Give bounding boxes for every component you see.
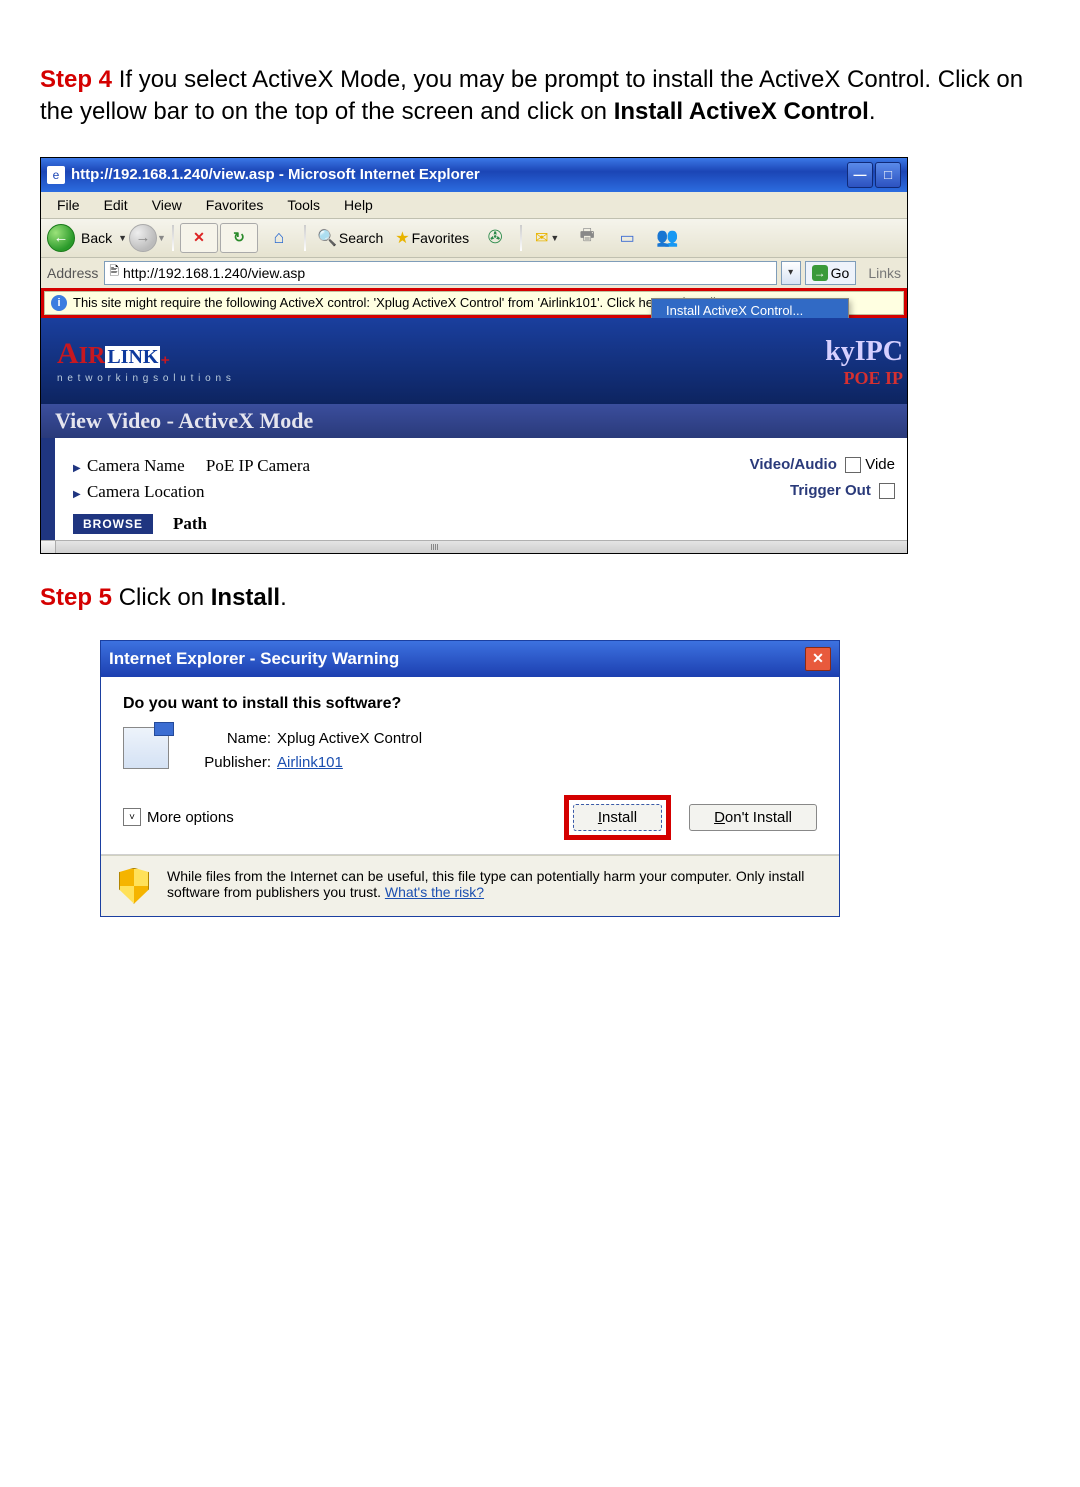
webpage-body: Video/Audio Vide ▶ Camera Name PoE IP Ca…: [41, 438, 907, 540]
ie-title-text: http://192.168.1.240/view.asp - Microsof…: [71, 166, 480, 183]
horizontal-scrollbar[interactable]: [41, 540, 907, 553]
back-button[interactable]: ← Back ▼: [47, 224, 127, 252]
publisher-label: Publisher:: [187, 751, 271, 775]
shield-icon: [119, 868, 149, 904]
forward-button[interactable]: →: [129, 224, 157, 252]
step5-label: Step 5: [40, 584, 112, 611]
page-icon: 🖹: [109, 262, 119, 283]
ie-icon: e: [47, 166, 65, 184]
dialog-body: Do you want to install this software? Na…: [101, 677, 839, 855]
back-icon: ←: [47, 224, 75, 252]
expand-icon: ˅: [123, 808, 141, 826]
bullet-icon: ▶: [73, 489, 81, 500]
info-icon: i: [51, 295, 67, 311]
name-label: Name:: [187, 727, 271, 751]
camera-name-value: PoE IP Camera: [206, 456, 310, 475]
path-label: Path: [173, 514, 207, 534]
stop-button[interactable]: ✕: [180, 223, 218, 253]
trigger-out-option: Trigger Out: [790, 482, 895, 499]
menu-tools[interactable]: Tools: [275, 194, 332, 216]
step4-bold: Install ActiveX Control: [614, 98, 869, 125]
address-value: http://192.168.1.240/view.asp: [123, 265, 305, 281]
menu-edit[interactable]: Edit: [92, 194, 140, 216]
step4-label: Step 4: [40, 66, 112, 93]
links-label[interactable]: Links: [868, 265, 901, 281]
dialog-title-text: Internet Explorer - Security Warning: [109, 649, 399, 669]
home-button[interactable]: ⌂: [260, 223, 298, 253]
search-button[interactable]: 🔍 Search: [312, 223, 388, 253]
address-dropdown[interactable]: ▾: [781, 261, 801, 285]
toolbar: ← Back ▼ → ▼ ✕ ↻ ⌂ 🔍 Search ★ Favorites …: [41, 219, 907, 258]
menubar: File Edit View Favorites Tools Help: [41, 192, 907, 219]
media-button[interactable]: ✇: [476, 223, 514, 253]
step5-text: Click on: [112, 584, 211, 611]
whats-the-risk-link[interactable]: What's the risk?: [385, 884, 484, 900]
menu-view[interactable]: View: [140, 194, 194, 216]
security-warning-dialog: Internet Explorer - Security Warning ✕ D…: [100, 640, 840, 917]
dialog-footer: While files from the Internet can be use…: [101, 855, 839, 916]
go-arrow-icon: →: [812, 265, 828, 281]
more-options[interactable]: ˅ More options: [123, 808, 234, 826]
ie-titlebar: e http://192.168.1.240/view.asp - Micros…: [41, 158, 907, 192]
menu-help[interactable]: Help: [332, 194, 385, 216]
step4-text: If you select ActiveX Mode, you may be p…: [40, 66, 1023, 125]
maximize-button[interactable]: □: [875, 162, 901, 188]
file-icon: [123, 727, 169, 769]
step5-paragraph: Step 5 Click on Install.: [40, 584, 1040, 612]
install-highlight: Install: [564, 795, 671, 840]
address-label: Address: [47, 265, 98, 281]
software-name: Xplug ActiveX Control: [277, 730, 422, 747]
star-icon: ★: [395, 228, 409, 248]
print-button[interactable]: 🖶: [568, 223, 606, 253]
airlink-slogan: n e t w o r k i n g s o l u t i o n s: [57, 373, 232, 384]
step5-period: .: [280, 584, 287, 611]
address-bar: Address 🖹 http://192.168.1.240/view.asp …: [41, 258, 907, 289]
bullet-icon: ▶: [73, 463, 81, 474]
search-icon: 🔍: [317, 228, 337, 248]
step5-bold: Install: [211, 584, 280, 611]
refresh-button[interactable]: ↻: [220, 223, 258, 253]
footer-warning-text: While files from the Internet can be use…: [167, 868, 821, 900]
webpage-header: AIRLINK₊ n e t w o r k i n g s o l u t i…: [41, 318, 907, 404]
dialog-titlebar: Internet Explorer - Security Warning ✕: [101, 641, 839, 677]
ie-window-screenshot: e http://192.168.1.240/view.asp - Micros…: [40, 157, 908, 554]
camera-name-label: Camera Name: [87, 456, 185, 475]
publisher-link[interactable]: Airlink101: [277, 754, 343, 771]
messenger-button[interactable]: 👥: [648, 223, 686, 253]
menu-favorites[interactable]: Favorites: [194, 194, 276, 216]
dialog-question: Do you want to install this software?: [123, 695, 817, 713]
minimize-button[interactable]: —: [847, 162, 873, 188]
favorites-button[interactable]: ★ Favorites: [390, 223, 474, 253]
page-subtitle: View Video - ActiveX Mode: [41, 404, 907, 438]
mail-button[interactable]: ✉▼: [528, 223, 566, 253]
airlink-logo: AIRLINK₊: [57, 337, 232, 371]
camera-location-label: Camera Location: [87, 482, 205, 501]
menu-file[interactable]: File: [45, 194, 92, 216]
step4-period: .: [869, 98, 876, 125]
step4-paragraph: Step 4 If you select ActiveX Mode, you m…: [40, 64, 1040, 129]
dialog-close-button[interactable]: ✕: [805, 647, 831, 671]
infobar-text: This site might require the following Ac…: [73, 295, 727, 310]
address-field[interactable]: 🖹 http://192.168.1.240/view.asp: [104, 261, 776, 285]
dont-install-button[interactable]: Don't Install: [689, 804, 817, 831]
trigger-out-checkbox[interactable]: [879, 483, 895, 499]
go-button[interactable]: → Go: [805, 261, 857, 285]
software-details: Name: Xplug ActiveX Control Publisher: Air…: [187, 727, 422, 775]
video-audio-checkbox[interactable]: [845, 457, 861, 473]
header-right-text: kyIPC POE IP: [825, 336, 903, 389]
install-button[interactable]: Install: [573, 804, 662, 831]
edit-button[interactable]: ▭: [608, 223, 646, 253]
browse-button[interactable]: BROWSE: [73, 514, 153, 534]
video-audio-option: Video/Audio Vide: [750, 456, 895, 473]
